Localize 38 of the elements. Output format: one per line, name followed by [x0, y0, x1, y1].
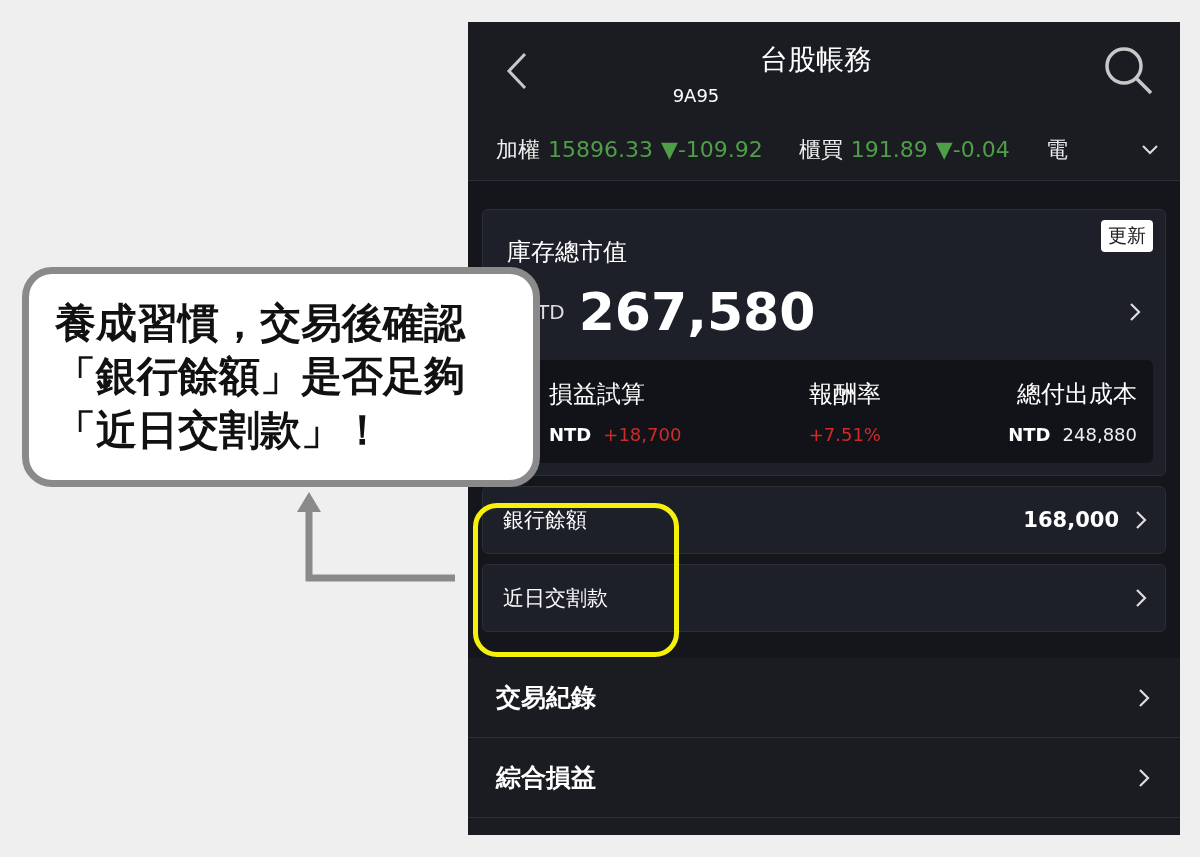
chevron-down-icon[interactable] [1142, 145, 1158, 155]
summary-value: 248,880 [1062, 424, 1137, 445]
currency-label: TD [537, 300, 565, 324]
market-value-amount: 267,580 [578, 282, 817, 342]
callout-text: 養成習慣，交易後確認「銀行餘額」是否足夠「近日交割款」！ [55, 298, 467, 456]
currency-label: NTD [1008, 424, 1051, 445]
summary-value: +7.51% [808, 424, 881, 445]
account-number: 9A95 [672, 84, 720, 106]
chevron-right-icon[interactable] [1138, 767, 1150, 788]
balance-row[interactable]: 近日交割款 [482, 564, 1166, 632]
back-icon[interactable] [506, 52, 528, 90]
balance-row[interactable]: 銀行餘額 168,000 [482, 486, 1166, 554]
row-value: 168,000 [1023, 508, 1119, 532]
portfolio-card[interactable]: 庫存總市值 更新 TD 267,580 損益試算 NTD +18,700 報酬率 +7.51% 總付出成本 NTD 248,880 [482, 209, 1166, 476]
chevron-right-icon[interactable] [1129, 302, 1141, 322]
summary-value: +18,700 [603, 424, 682, 445]
summary-label: 總付出成本 [1017, 379, 1137, 410]
row-label: 銀行餘額 [503, 507, 588, 534]
menu-label: 交易紀錄 [496, 682, 596, 714]
index-value: 15896.33 [548, 137, 653, 162]
index-name: 櫃買 [798, 136, 843, 164]
screen-title: 台股帳務 [760, 41, 872, 78]
chevron-right-icon[interactable] [1135, 588, 1147, 608]
currency-label: NTD [549, 424, 592, 445]
refresh-button[interactable]: 更新 [1101, 220, 1153, 252]
index-value: 191.89 [850, 137, 928, 162]
row-label: 近日交割款 [503, 585, 609, 612]
index-name: 電 [1045, 136, 1068, 164]
search-icon[interactable] [1104, 46, 1154, 96]
index-change: ▼-109.92 [661, 137, 763, 162]
summary-label: 報酬率 [808, 379, 881, 410]
index-change: ▼-0.04 [935, 137, 1010, 162]
chevron-right-icon[interactable] [1138, 687, 1150, 708]
menu-label: 綜合損益 [496, 762, 596, 794]
market-value-label: 庫存總市值 [507, 237, 627, 268]
index-name: 加權 [496, 136, 540, 164]
summary-label: 損益試算 [549, 379, 645, 410]
chevron-right-icon[interactable] [1135, 510, 1147, 530]
